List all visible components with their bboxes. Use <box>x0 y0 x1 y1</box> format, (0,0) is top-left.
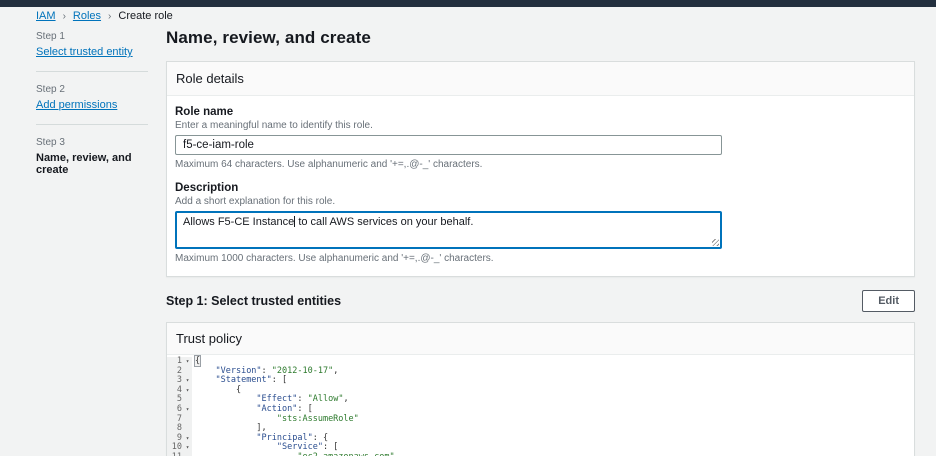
sidebar-step-3: Step 3 Name, review, and create <box>36 137 148 176</box>
fold-caret-icon[interactable]: ▾ <box>183 434 192 444</box>
trust-policy-card: Trust policy 1▾{2 "Version": "2012-10-17… <box>166 322 915 456</box>
sidebar-step-1: Step 1 Select trusted entity <box>36 31 148 58</box>
role-details-body: Role name Enter a meaningful name to ide… <box>167 96 914 276</box>
top-navigation-bar <box>0 0 936 7</box>
role-name-hint: Enter a meaningful name to identify this… <box>175 120 906 131</box>
code-line: 7 "sts:AssumeRole" <box>167 415 914 425</box>
breadcrumb-separator-icon: › <box>108 11 111 22</box>
step-number-label: Step 1 <box>36 31 148 42</box>
description-constraint: Maximum 1000 characters. Use alphanumeri… <box>175 253 906 264</box>
breadcrumb-current-page: Create role <box>118 10 172 22</box>
breadcrumb-roles-link[interactable]: Roles <box>73 10 101 22</box>
trust-policy-header: Trust policy <box>167 323 914 355</box>
main-content: Name, review, and create Role details Ro… <box>166 26 915 456</box>
step-number-label: Step 3 <box>36 137 148 148</box>
trust-policy-editor[interactable]: 1▾{2 "Version": "2012-10-17",3▾ "Stateme… <box>167 355 914 456</box>
breadcrumb: IAM › Roles › Create role <box>36 10 173 22</box>
fold-gutter-spacer <box>183 415 192 425</box>
steps-sidebar: Step 1 Select trusted entity Step 2 Add … <box>36 31 148 176</box>
edit-button[interactable]: Edit <box>862 290 915 312</box>
textarea-resize-handle-icon[interactable] <box>712 239 719 246</box>
step1-section-title: Step 1: Select trusted entities <box>166 294 341 308</box>
role-details-header: Role details <box>167 62 914 96</box>
breadcrumb-separator-icon: › <box>63 11 66 22</box>
fold-gutter-spacer <box>183 367 192 377</box>
fold-gutter-spacer <box>183 424 192 434</box>
breadcrumb-iam-link[interactable]: IAM <box>36 10 56 22</box>
role-name-input[interactable] <box>175 135 722 155</box>
fold-caret-icon[interactable]: ▾ <box>183 386 192 396</box>
sidebar-divider <box>36 71 148 72</box>
step1-review-section-header: Step 1: Select trusted entities Edit <box>166 290 915 312</box>
role-name-field-group: Role name Enter a meaningful name to ide… <box>175 106 906 170</box>
sidebar-item-select-trusted-entity[interactable]: Select trusted entity <box>36 46 148 58</box>
role-name-constraint: Maximum 64 characters. Use alphanumeric … <box>175 159 906 170</box>
description-textarea[interactable]: Allows F5-CE Instance to call AWS servic… <box>175 211 722 249</box>
page-title: Name, review, and create <box>166 28 915 48</box>
fold-caret-icon[interactable]: ▾ <box>183 376 192 386</box>
step-number-label: Step 2 <box>36 84 148 95</box>
fold-caret-icon[interactable]: ▾ <box>183 405 192 415</box>
sidebar-step-2: Step 2 Add permissions <box>36 84 148 111</box>
role-name-label: Role name <box>175 106 906 118</box>
role-details-card: Role details Role name Enter a meaningfu… <box>166 61 915 277</box>
fold-gutter-spacer <box>183 395 192 405</box>
description-label: Description <box>175 182 906 194</box>
sidebar-divider <box>36 124 148 125</box>
sidebar-item-add-permissions[interactable]: Add permissions <box>36 99 148 111</box>
description-text-before-cursor: Allows F5-CE Instance <box>183 216 294 228</box>
description-hint: Add a short explanation for this role. <box>175 196 906 207</box>
description-field-group: Description Add a short explanation for … <box>175 182 906 264</box>
fold-caret-icon[interactable]: ▾ <box>183 357 192 367</box>
code-line: 3▾ "Statement": [ <box>167 376 914 386</box>
fold-caret-icon[interactable]: ▾ <box>183 443 192 453</box>
sidebar-item-name-review-create-current: Name, review, and create <box>36 152 148 176</box>
description-text-after-cursor: to call AWS services on your behalf. <box>295 216 473 228</box>
